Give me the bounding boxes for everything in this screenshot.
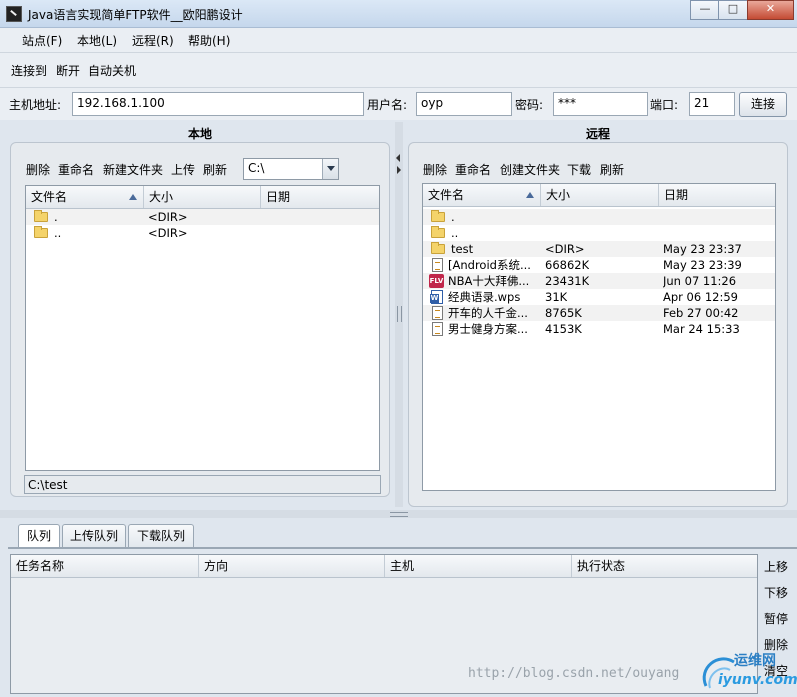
menu-site[interactable]: 站点(F): [22, 32, 62, 49]
local-upload-button[interactable]: 上传: [171, 161, 195, 178]
logo-cn-text: 运维网: [734, 653, 776, 669]
app-icon: [6, 6, 22, 22]
move-up-button[interactable]: 上移: [764, 558, 788, 575]
document-file-icon: [432, 322, 443, 336]
connect-to-button[interactable]: 连接到: [11, 62, 47, 79]
tab-divider: [8, 547, 797, 549]
host-label: 主机地址:: [9, 98, 62, 112]
menu-help[interactable]: 帮助(H): [188, 32, 230, 49]
remote-table-header: 文件名 大小 日期: [423, 184, 775, 207]
folder-icon: [34, 226, 48, 238]
menu-remote[interactable]: 远程(R): [132, 32, 174, 49]
password-input[interactable]: ***: [553, 92, 648, 116]
connect-button[interactable]: 连接: [739, 92, 787, 117]
disconnect-button[interactable]: 断开: [56, 62, 80, 79]
remote-file-table: 文件名 大小 日期 . .. test <DIR> May 23 23:37 […: [422, 183, 776, 491]
sort-ascending-icon: [129, 194, 137, 200]
user-label: 用户名:: [367, 98, 408, 112]
local-col-name[interactable]: 文件名: [26, 186, 144, 208]
wps-document-icon: [430, 290, 443, 304]
folder-icon: [34, 210, 48, 222]
vertical-splitter[interactable]: [395, 122, 403, 507]
table-row[interactable]: [Android系统... 66862K May 23 23:39: [423, 257, 775, 273]
close-button[interactable]: ✕: [747, 0, 794, 20]
table-row[interactable]: . <DIR>: [26, 209, 379, 225]
flv-video-icon: FLV: [429, 274, 444, 288]
window-title: Java语言实现简单FTP软件__欧阳鹏设计: [28, 8, 243, 22]
port-label: 端口:: [650, 98, 679, 112]
tab-download-queue[interactable]: 下载队列: [128, 524, 194, 548]
local-refresh-button[interactable]: 刷新: [203, 161, 227, 178]
table-row[interactable]: 男士健身方案... 4153K Mar 24 15:33: [423, 321, 775, 337]
queue-col-host[interactable]: 主机: [385, 555, 572, 577]
table-row[interactable]: .. <DIR>: [26, 225, 379, 241]
tab-upload-queue[interactable]: 上传队列: [62, 524, 126, 548]
remote-rename-button[interactable]: 重命名: [455, 161, 491, 178]
chevron-down-icon[interactable]: [322, 159, 338, 179]
local-new-folder-button[interactable]: 新建文件夹: [103, 161, 163, 178]
remote-download-button[interactable]: 下载: [567, 161, 591, 178]
queue-table-header: 任务名称 方向 主机 执行状态: [11, 555, 757, 578]
maximize-button[interactable]: □: [718, 0, 748, 20]
watermark-url: http://blog.csdn.net/ouyang: [468, 666, 680, 681]
queue-col-task[interactable]: 任务名称: [11, 555, 199, 577]
local-rename-button[interactable]: 重命名: [58, 161, 94, 178]
table-row[interactable]: test <DIR> May 23 23:37: [423, 241, 775, 257]
logo-en-text: iyunv.com: [718, 672, 797, 688]
local-file-table: 文件名 大小 日期 . <DIR> .. <DIR>: [25, 185, 380, 471]
password-label: 密码:: [515, 98, 544, 112]
remote-delete-button[interactable]: 删除: [423, 161, 447, 178]
grip-icon[interactable]: [397, 306, 402, 322]
queue-col-status[interactable]: 执行状态: [572, 555, 757, 577]
folder-icon: [431, 226, 445, 238]
drive-select[interactable]: C:\: [243, 158, 339, 180]
watermark-logo: 运维网 iyunv.com: [696, 648, 797, 694]
remote-new-folder-button[interactable]: 创建文件夹: [500, 161, 560, 178]
document-file-icon: [432, 306, 443, 320]
username-input[interactable]: oyp: [416, 92, 512, 116]
connection-bar: 主机地址: 192.168.1.100 用户名: oyp 密码: *** 端口:…: [0, 88, 797, 120]
arrow-left-icon[interactable]: [396, 154, 400, 162]
port-input[interactable]: 21: [689, 92, 735, 116]
host-input[interactable]: 192.168.1.100: [72, 92, 364, 116]
table-row[interactable]: FLV NBA十大拜佛... 23431K Jun 07 11:26: [423, 273, 775, 289]
minimize-button[interactable]: —: [690, 0, 720, 20]
local-path-field: C:\test: [24, 475, 381, 494]
local-table-header: 文件名 大小 日期: [26, 186, 379, 209]
remote-panel-title: 远程: [585, 127, 610, 141]
remote-panel: 删除 重命名 创建文件夹 下载 刷新 文件名 大小 日期 . .. test <…: [408, 142, 788, 507]
menu-local[interactable]: 本地(L): [77, 32, 117, 49]
title-bar: Java语言实现简单FTP软件__欧阳鹏设计 — □ ✕: [0, 0, 797, 28]
drive-select-value: C:\: [248, 161, 265, 175]
horizontal-splitter[interactable]: [0, 510, 797, 518]
remote-col-date[interactable]: 日期: [659, 184, 775, 206]
auto-shutdown-button[interactable]: 自动关机: [88, 62, 136, 79]
table-row[interactable]: .: [423, 209, 775, 225]
table-row[interactable]: ..: [423, 225, 775, 241]
grip-icon[interactable]: [390, 512, 408, 517]
local-panel: 删除 重命名 新建文件夹 上传 刷新 C:\ 文件名 大小 日期 . <DIR>…: [10, 142, 390, 497]
local-delete-button[interactable]: 删除: [26, 161, 50, 178]
document-file-icon: [432, 258, 443, 272]
move-down-button[interactable]: 下移: [764, 584, 788, 601]
remote-refresh-button[interactable]: 刷新: [600, 161, 624, 178]
main-toolbar: 连接到 断开 自动关机: [0, 53, 797, 88]
tab-queue[interactable]: 队列: [18, 524, 60, 548]
remote-col-size[interactable]: 大小: [541, 184, 659, 206]
remote-col-name[interactable]: 文件名: [423, 184, 541, 206]
table-row[interactable]: 开车的人千金... 8765K Feb 27 00:42: [423, 305, 775, 321]
pause-button[interactable]: 暂停: [764, 610, 788, 627]
arrow-right-icon[interactable]: [397, 166, 401, 174]
menu-bar: 站点(F) 本地(L) 远程(R) 帮助(H): [0, 28, 797, 53]
local-col-date[interactable]: 日期: [261, 186, 379, 208]
table-row[interactable]: 经典语录.wps 31K Apr 06 12:59: [423, 289, 775, 305]
queue-col-direction[interactable]: 方向: [199, 555, 385, 577]
local-panel-title: 本地: [187, 127, 212, 141]
folder-icon: [431, 242, 445, 254]
local-col-size[interactable]: 大小: [144, 186, 261, 208]
sort-ascending-icon: [526, 192, 534, 198]
folder-icon: [431, 210, 445, 222]
